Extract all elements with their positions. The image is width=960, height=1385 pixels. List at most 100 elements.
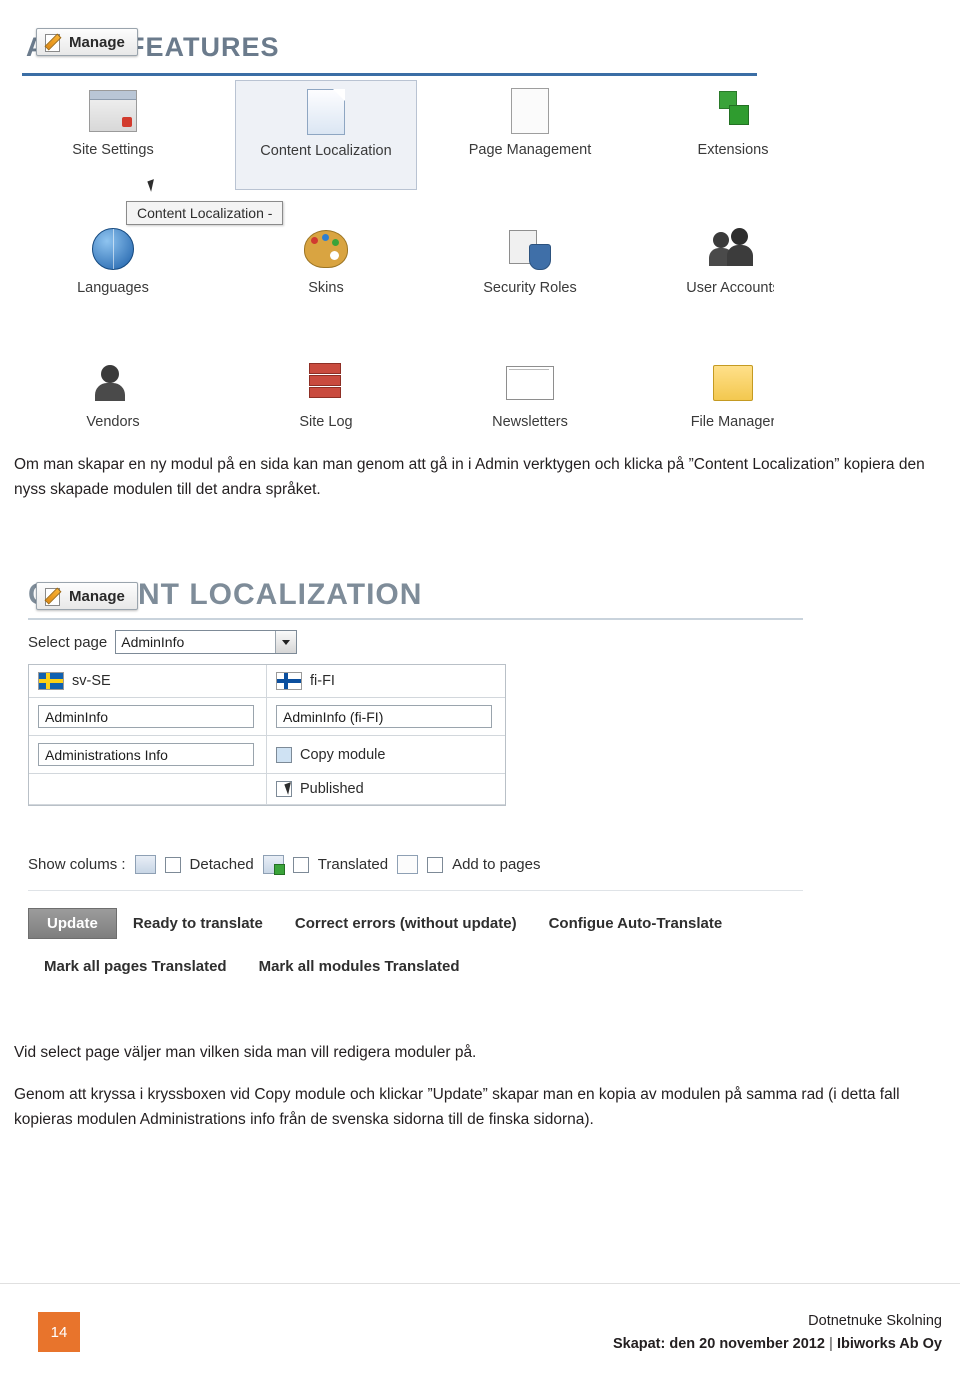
column-label: sv-SE (72, 673, 111, 689)
feature-site-log[interactable]: Site Log (235, 352, 417, 436)
table-row: Administrations Info Copy module (29, 736, 505, 774)
module-name-cell-sv: AdminInfo (29, 698, 267, 736)
feature-languages[interactable]: Languages (22, 218, 204, 328)
update-button[interactable]: Update (28, 908, 117, 939)
feature-label: Extensions (697, 142, 769, 158)
detached-icon (134, 855, 156, 874)
fi-FI-flag-icon (276, 672, 302, 690)
paragraph-intro: Om man skapar en ny modul på en sida kan… (14, 456, 925, 498)
add-to-pages-icon (397, 855, 419, 874)
pencil-icon (44, 587, 63, 606)
localization-table: sv-SE fi-FI AdminInfo AdminInfo (fi-FI) … (28, 664, 506, 806)
action-buttons-row-1: Update Ready to translate Correct errors… (28, 908, 738, 939)
feature-label: Page Management (468, 142, 592, 158)
table-row: AdminInfo AdminInfo (fi-FI) (29, 698, 505, 736)
column-header-fi: fi-FI (267, 665, 505, 698)
copy-module-cell: Copy module (267, 736, 505, 774)
footer-text: Dotnetnuke Skolning Skapat: den 20 novem… (613, 1310, 942, 1356)
feature-page-management[interactable]: Page Management (439, 80, 621, 190)
manage-button-label: Manage (69, 587, 125, 605)
translated-icon (262, 855, 285, 875)
copy-module-checkbox[interactable] (276, 746, 292, 763)
feature-label: Languages (77, 280, 149, 296)
table-row: Published (29, 774, 505, 805)
table-header-row: sv-SE fi-FI (29, 665, 505, 698)
feature-label: Content Localization (260, 143, 392, 159)
feature-security-roles[interactable]: Security Roles (439, 218, 621, 328)
module-second-cell-sv: Administrations Info (29, 736, 267, 774)
manage-button-label: Manage (69, 33, 125, 51)
module-name-input-sv[interactable]: AdminInfo (38, 705, 254, 728)
skins-icon (235, 218, 417, 280)
feature-user-accounts[interactable]: User Accounts (642, 218, 774, 328)
feature-content-localization[interactable]: Content Localization (235, 80, 417, 190)
footer-date: Skapat: den 20 november 2012 (612, 1336, 825, 1352)
ready-to-translate-button[interactable]: Ready to translate (117, 909, 279, 938)
add-to-pages-checkbox[interactable] (427, 856, 444, 873)
admin-features-screenshot: ADMIN FEATURES Manage Site Settings Cont… (14, 6, 774, 436)
mark-all-pages-translated-button[interactable]: Mark all pages Translated (28, 952, 243, 981)
manage-button[interactable]: Manage (36, 28, 138, 56)
detached-checkbox[interactable] (164, 856, 181, 873)
configure-auto-translate-button[interactable]: Configue Auto-Translate (533, 909, 739, 938)
newsletters-icon (439, 352, 621, 414)
feature-label: File Manager (690, 414, 774, 430)
vendors-icon (22, 352, 204, 414)
chevron-down-icon[interactable] (275, 631, 297, 653)
paragraph-copy-module: Genom att kryssa i kryssboxen vid Copy m… (14, 1086, 900, 1128)
empty-cell (29, 774, 267, 805)
select-page-dropdown[interactable]: AdminInfo (115, 630, 298, 654)
module-second-input-sv[interactable]: Administrations Info (38, 743, 254, 766)
feature-label: Security Roles (483, 280, 577, 296)
security-roles-icon (439, 218, 621, 280)
action-buttons-row-2: Mark all pages Translated Mark all modul… (28, 952, 475, 981)
correct-errors-button[interactable]: Correct errors (without update) (279, 909, 533, 938)
column-label: fi-FI (310, 673, 335, 689)
admin-features-grid: Site Settings Content Localization Page … (22, 80, 774, 436)
select-page-row: Select page AdminInfo (28, 630, 298, 654)
show-columns-label: Show colums : (28, 856, 126, 873)
feature-file-manager[interactable]: File Manager (642, 352, 774, 436)
file-manager-icon (642, 352, 774, 414)
feature-extensions[interactable]: Extensions (642, 80, 774, 190)
content-localization-icon (236, 81, 416, 143)
select-page-label: Select page (28, 633, 108, 651)
feature-site-settings[interactable]: Site Settings (22, 80, 204, 190)
feature-label: Vendors (86, 414, 140, 430)
feature-skins[interactable]: Skins (235, 218, 417, 328)
footer-separator: | (828, 1336, 833, 1352)
site-log-icon (235, 352, 417, 414)
footer-divider (0, 1283, 960, 1284)
module-name-cell-fi: AdminInfo (fi-FI) (267, 698, 505, 736)
translated-checkbox[interactable] (292, 856, 309, 873)
add-to-pages-label: Add to pages (452, 856, 541, 873)
user-accounts-icon (642, 218, 774, 280)
column-header-sv: sv-SE (29, 665, 267, 698)
mark-all-modules-translated-button[interactable]: Mark all modules Translated (243, 952, 476, 981)
sv-SE-flag-icon (38, 672, 64, 690)
footer-company: Ibiworks Ab Oy (836, 1336, 942, 1352)
paragraph-select-page: Vid select page väljer man vilken sida m… (14, 1044, 477, 1061)
feature-label: Site Settings (72, 142, 154, 158)
detached-label: Detached (189, 856, 254, 873)
footer-meta: Skapat: den 20 november 2012 | Ibiworks Ab… (613, 1333, 942, 1356)
page-number-badge: 14 (38, 1312, 80, 1352)
content-localization-screenshot: CONTENT LOCALIZATION Manage Select page … (14, 560, 819, 1020)
module-name-input-fi[interactable]: AdminInfo (fi-FI) (276, 705, 492, 728)
published-label: Published (300, 781, 364, 797)
feature-newsletters[interactable]: Newsletters (439, 352, 621, 436)
feature-label: User Accounts (686, 280, 774, 296)
translated-label: Translated (317, 856, 389, 873)
languages-icon (22, 218, 204, 280)
feature-label: Newsletters (492, 414, 568, 430)
manage-button-localization[interactable]: Manage (36, 582, 138, 610)
feature-vendors[interactable]: Vendors (22, 352, 204, 436)
show-columns-row: Show colums : Detached Translated Add to… (28, 855, 541, 875)
select-page-value: AdminInfo (121, 634, 185, 650)
copy-module-label: Copy module (300, 746, 386, 763)
feature-label: Skins (308, 280, 344, 296)
published-cell: Published (267, 774, 505, 805)
pencil-icon (44, 33, 63, 52)
actions-divider (28, 890, 803, 891)
site-settings-icon (22, 80, 204, 142)
